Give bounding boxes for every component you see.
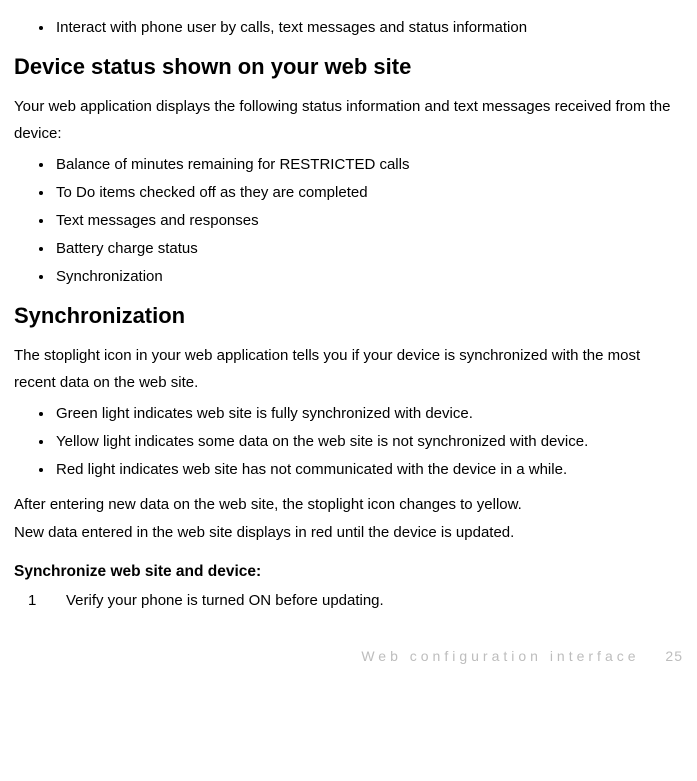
list-item-text: Yellow light indicates some data on the … [56, 433, 588, 450]
list-item-text: Green light indicates web site is fully … [56, 405, 473, 422]
sync-procedure-subhead: Synchronize web site and device: [14, 561, 683, 583]
list-item: Synchronization [54, 266, 683, 287]
list-item-text: Synchronization [56, 268, 163, 285]
page-footer: Web configuration interface 25 [14, 647, 683, 667]
status-list: Balance of minutes remaining for RESTRIC… [14, 154, 683, 287]
footer-label: Web configuration interface [361, 648, 639, 664]
section-heading-device-status: Device status shown on your web site [14, 52, 683, 83]
section-intro: The stoplight icon in your web applicati… [14, 342, 683, 396]
sync-light-list: Green light indicates web site is fully … [14, 403, 683, 480]
list-item: Text messages and responses [54, 210, 683, 231]
step-number: 1 [28, 590, 66, 611]
list-item: Yellow light indicates some data on the … [54, 431, 683, 452]
list-item: Red light indicates web site has not com… [54, 459, 683, 480]
footer-page-number: 25 [665, 648, 683, 664]
list-item: Green light indicates web site is fully … [54, 403, 683, 424]
step-text: Verify your phone is turned ON before up… [66, 590, 384, 611]
step-item: 1 Verify your phone is turned ON before … [28, 590, 683, 611]
sync-note-2: New data entered in the web site display… [14, 522, 683, 545]
list-item-text: To Do items checked off as they are comp… [56, 184, 368, 201]
sync-note-1: After entering new data on the web site,… [14, 494, 683, 517]
list-item-text: Text messages and responses [56, 212, 259, 229]
list-item-text: Interact with phone user by calls, text … [56, 19, 527, 36]
list-item: Battery charge status [54, 238, 683, 259]
intro-bullet-list: Interact with phone user by calls, text … [14, 17, 683, 38]
section-intro: Your web application displays the follow… [14, 93, 683, 147]
sync-steps: 1 Verify your phone is turned ON before … [14, 590, 683, 611]
list-item-text: Battery charge status [56, 240, 198, 257]
list-item: Balance of minutes remaining for RESTRIC… [54, 154, 683, 175]
list-item: To Do items checked off as they are comp… [54, 182, 683, 203]
list-item-text: Balance of minutes remaining for RESTRIC… [56, 156, 409, 173]
section-heading-synchronization: Synchronization [14, 301, 683, 332]
list-item: Interact with phone user by calls, text … [54, 17, 683, 38]
list-item-text: Red light indicates web site has not com… [56, 461, 567, 478]
